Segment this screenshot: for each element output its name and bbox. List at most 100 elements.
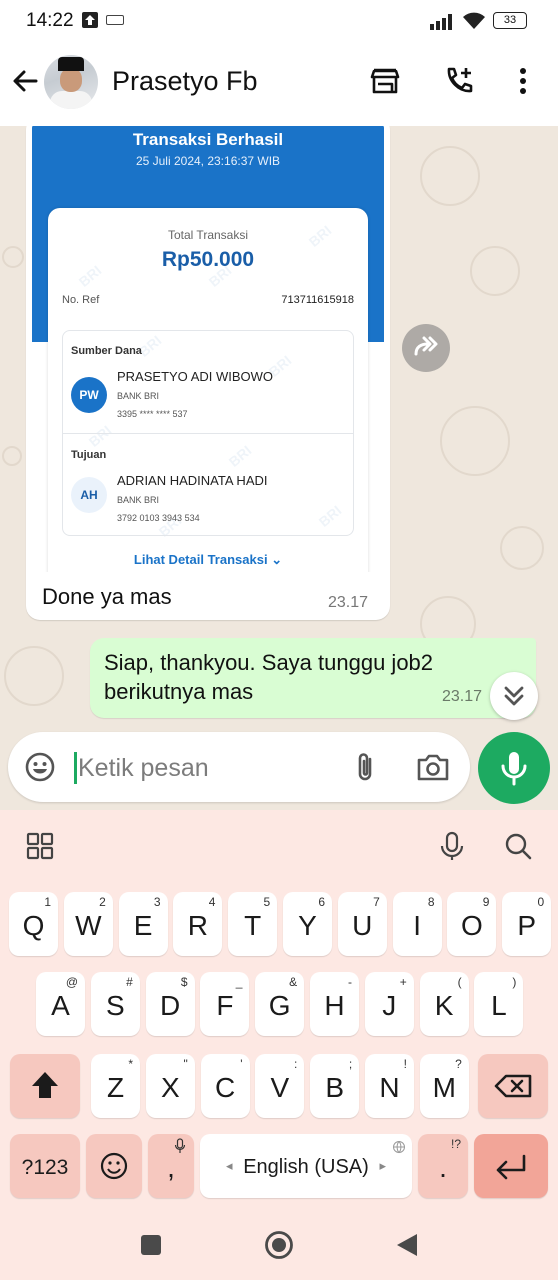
comma-key[interactable]: , — [148, 1134, 194, 1198]
key-o[interactable]: 9O — [447, 892, 497, 956]
voice-input-icon[interactable] — [436, 830, 468, 862]
key-w[interactable]: 2W — [63, 892, 113, 956]
key-u[interactable]: 7U — [337, 892, 387, 956]
system-nav-bar — [0, 1210, 558, 1280]
key-label: T — [244, 910, 262, 941]
store-icon[interactable] — [368, 64, 402, 98]
chat-area[interactable]: Transaksi Berhasil 25 Juli 2024, 23:16:3… — [0, 126, 558, 810]
home-icon[interactable] — [264, 1230, 294, 1260]
key-h[interactable]: -H — [310, 972, 359, 1036]
key-v[interactable]: :V — [255, 1054, 305, 1118]
emoji-icon[interactable] — [24, 751, 56, 783]
key-m[interactable]: ? M — [419, 1054, 469, 1118]
key-hint: 8 — [427, 895, 435, 909]
enter-key[interactable] — [474, 1134, 548, 1198]
chevron-down-icon: ⌄ — [271, 552, 283, 567]
apps-grid-icon[interactable] — [24, 830, 56, 862]
key-t[interactable]: 5T — [228, 892, 278, 956]
scroll-down-button[interactable] — [490, 672, 538, 720]
key-p[interactable]: 0P — [502, 892, 552, 956]
back-arrow-icon[interactable] — [10, 66, 40, 96]
globe-icon — [393, 1141, 405, 1154]
wifi-icon — [463, 12, 485, 29]
key-hint: 2 — [99, 895, 106, 909]
key-label: U — [352, 910, 373, 941]
message-input[interactable] — [78, 752, 338, 784]
key-k[interactable]: (K — [419, 972, 469, 1036]
key-j[interactable]: + J — [364, 972, 414, 1036]
space-key[interactable]: ◂ English (USA) ▸ — [200, 1134, 412, 1198]
key-c[interactable]: ' C — [200, 1054, 250, 1118]
camera-icon[interactable] — [416, 752, 450, 782]
key-label: G — [268, 990, 291, 1021]
outgoing-message[interactable]: Siap, thankyou. Saya tunggu job2 berikut… — [90, 638, 536, 718]
key-a[interactable]: @ A — [36, 972, 85, 1036]
key-z[interactable]: * Z — [91, 1054, 140, 1118]
key-label: K — [434, 990, 454, 1021]
key-label: S — [105, 990, 125, 1021]
period-key[interactable]: . !? — [418, 1134, 468, 1198]
key-n[interactable]: ! N — [365, 1054, 414, 1118]
key-label: Y — [298, 910, 317, 941]
key-label: V — [270, 1072, 290, 1103]
key-hint: & — [289, 975, 298, 989]
key-label: Z — [106, 1072, 125, 1103]
recents-icon[interactable] — [136, 1230, 166, 1260]
shift-key[interactable] — [10, 1054, 80, 1118]
voice-message-button[interactable] — [478, 732, 550, 804]
incoming-message-time: 23.17 — [328, 594, 369, 611]
key-hint: 3 — [153, 895, 161, 909]
destination-name: ADRIAN HADINATA HADI — [117, 473, 268, 488]
forward-button[interactable] — [402, 324, 450, 372]
key-q[interactable]: 1Q — [9, 892, 58, 956]
back-nav-icon[interactable] — [392, 1230, 422, 1260]
incoming-message-text: Done ya mas — [42, 584, 172, 609]
receipt-image[interactable]: Transaksi Berhasil 25 Juli 2024, 23:16:3… — [32, 126, 384, 572]
double-chevron-down-icon — [504, 686, 524, 706]
add-call-icon[interactable] — [442, 64, 476, 98]
key-label: R — [187, 910, 208, 941]
key-label: A — [51, 990, 70, 1021]
key-y[interactable]: 6Y — [283, 892, 332, 956]
ref-label: No. Ref — [62, 294, 100, 306]
key-hint: ) — [512, 975, 517, 989]
key-label: D — [159, 990, 181, 1021]
message-composer — [8, 732, 470, 802]
paperclip-icon[interactable] — [350, 750, 380, 784]
key-label: B — [325, 1072, 345, 1103]
key-f[interactable]: _ F — [200, 972, 250, 1036]
key-label: N — [379, 1072, 400, 1103]
destination-bank: BANK BRI — [117, 495, 160, 505]
detail-link: Lihat Detail Transaksi ⌄ — [133, 552, 283, 567]
key-x[interactable]: " X — [145, 1054, 195, 1118]
key-label: M — [432, 1072, 456, 1103]
key-hint: 1 — [44, 895, 51, 909]
destination-account: 3792 0103 3943 534 — [117, 513, 200, 523]
ref-number: 713711615918 — [281, 294, 354, 306]
receipt-card: BRI BRI BRI BRI BRI BRI BRI BRI BRI Tota… — [48, 208, 368, 572]
key-r[interactable]: 4R — [173, 892, 223, 956]
key-hint: * — [128, 1057, 133, 1071]
key-i[interactable]: 8I — [392, 892, 442, 956]
symbols-key[interactable]: ?123 — [10, 1134, 80, 1198]
key-l[interactable]: ) L — [474, 972, 524, 1036]
emoji-key[interactable] — [86, 1134, 142, 1198]
search-icon[interactable] — [502, 830, 534, 862]
key-g[interactable]: & G — [255, 972, 305, 1036]
outgoing-message-time: 23.17 — [442, 688, 483, 705]
key-hint: ! — [403, 1057, 407, 1071]
key-s[interactable]: # S — [90, 972, 140, 1036]
key-hint: ' — [240, 1057, 243, 1071]
more-vert-icon[interactable] — [506, 64, 540, 98]
avatar[interactable] — [44, 55, 98, 109]
key-label: P — [517, 910, 537, 941]
status-bar: 14:22 33 — [0, 0, 558, 40]
key-hint: " — [183, 1057, 188, 1071]
key-d[interactable]: $ D — [145, 972, 195, 1036]
key-label: Q — [22, 910, 45, 941]
key-b[interactable]: ; B — [310, 1054, 360, 1118]
contact-name[interactable]: Prasetyo Fb — [112, 66, 258, 97]
upload-icon — [82, 12, 98, 28]
key-e[interactable]: 3E — [118, 892, 168, 956]
backspace-key[interactable] — [478, 1054, 548, 1118]
